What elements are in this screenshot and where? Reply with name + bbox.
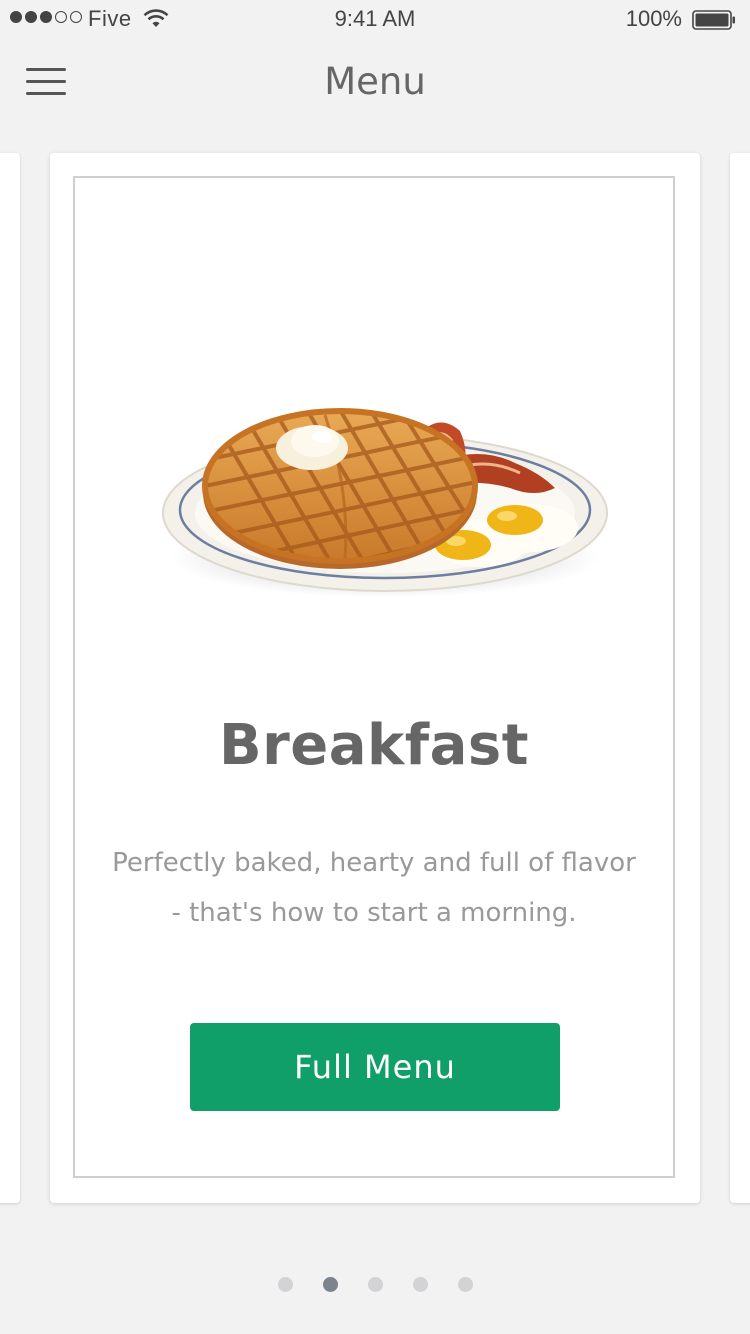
page-indicator [0, 1277, 750, 1292]
nav-bar: Menu [0, 40, 750, 128]
page-dot[interactable] [457, 1277, 473, 1292]
page-dot[interactable] [277, 1277, 293, 1292]
next-card[interactable] [730, 153, 750, 1203]
full-menu-button[interactable]: Full Menu [190, 1023, 560, 1111]
battery-icon [692, 10, 735, 30]
description-line: Perfectly baked, hearty and full of flav… [112, 848, 636, 878]
page-title: Menu [324, 60, 426, 103]
description-line: - that's how to start a morning. [171, 898, 577, 928]
category-description: Perfectly baked, hearty and full of flav… [105, 838, 643, 938]
status-bar: Five 9:41 AM 100% [0, 0, 750, 40]
category-title: Breakfast [218, 713, 530, 778]
card-frame: Breakfast Perfectly baked, hearty and fu… [73, 176, 675, 1178]
menu-category-card: Breakfast Perfectly baked, hearty and fu… [50, 153, 700, 1203]
page-dot[interactable] [412, 1277, 428, 1292]
battery-percentage: 100% [625, 6, 682, 31]
page-dot[interactable] [367, 1277, 383, 1292]
previous-card[interactable] [0, 153, 20, 1203]
breakfast-image [162, 408, 608, 598]
menu-screen: Five 9:41 AM 100% Menu Breakfast Perfect… [0, 0, 750, 1334]
page-dot-active[interactable] [322, 1277, 338, 1292]
